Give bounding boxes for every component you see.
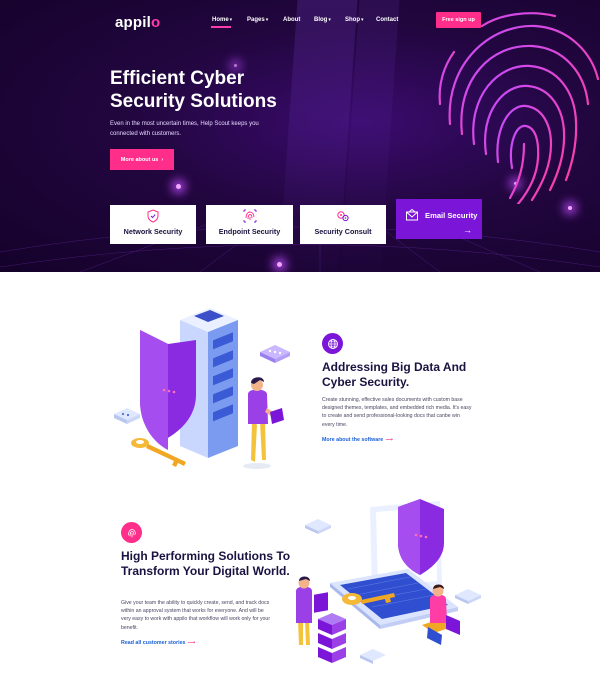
chevron-down-icon: ▾ (361, 17, 364, 23)
logo[interactable]: appilo (115, 14, 160, 31)
envelope-icon (406, 208, 418, 221)
arrow-right-icon: ⟶ (187, 640, 196, 646)
section2-description: Give your team the ability to quickly cr… (121, 600, 271, 631)
section1-title: Addressing Big Data And Cyber Security. (322, 360, 467, 389)
main-nav: appilo Home▾ Pages▾ About Blog▾ Shop▾ Co… (0, 0, 600, 40)
floating-card (260, 345, 290, 363)
glow-dot (277, 262, 282, 267)
fingerprint-icon (127, 528, 136, 537)
hero-title: Efficient Cyber Security Solutions (110, 68, 277, 112)
nav-active-indicator (211, 26, 231, 28)
chevron-down-icon: ▾ (265, 17, 269, 23)
hero-description: Even in the most uncertain times, Help S… (110, 121, 259, 137)
nav-item-about[interactable]: About (283, 17, 300, 23)
service-card-network-security[interactable]: Network Security (110, 205, 196, 244)
chevron-down-icon: ▾ (229, 17, 233, 23)
shield-icon (147, 209, 159, 223)
nav-item-blog[interactable]: Blog▾ (314, 17, 331, 23)
more-about-software-link[interactable]: More about the software ⟶ (322, 437, 393, 443)
chevron-right-icon: › (161, 156, 164, 163)
service-card-email-security[interactable]: Email Security → (396, 199, 482, 239)
nav-item-pages[interactable]: Pages▾ (247, 17, 268, 23)
server-shield-illustration (114, 308, 290, 469)
signup-button[interactable]: Free sign up (436, 12, 481, 28)
section2-badge (121, 522, 142, 543)
nav-item-shop[interactable]: Shop▾ (345, 17, 364, 23)
more-about-us-button[interactable]: More about us › (110, 149, 174, 170)
section1-description: Create stunning, effective sales documen… (322, 397, 472, 428)
arrow-right-icon: → (463, 225, 472, 235)
gears-icon (337, 211, 349, 222)
section2-title: High Performing Solutions To Transform Y… (121, 549, 291, 578)
service-card-security-consult[interactable]: Security Consult (300, 205, 386, 244)
section1-badge (322, 333, 343, 354)
nav-item-home[interactable]: Home▾ (212, 17, 232, 23)
laptop-security-illustration (296, 499, 481, 664)
glow-dot (176, 184, 181, 189)
service-card-endpoint-security[interactable]: Endpoint Security (206, 205, 293, 244)
chevron-down-icon: ▾ (328, 17, 331, 23)
read-customer-stories-link[interactable]: Read all customer stories ⟶ (121, 640, 195, 646)
glow-dot (568, 206, 572, 210)
fingerprint-icon (243, 209, 256, 223)
nav-item-contact[interactable]: Contact (376, 17, 398, 23)
arrow-right-icon: ⟶ (385, 437, 393, 443)
globe-icon (327, 338, 338, 349)
